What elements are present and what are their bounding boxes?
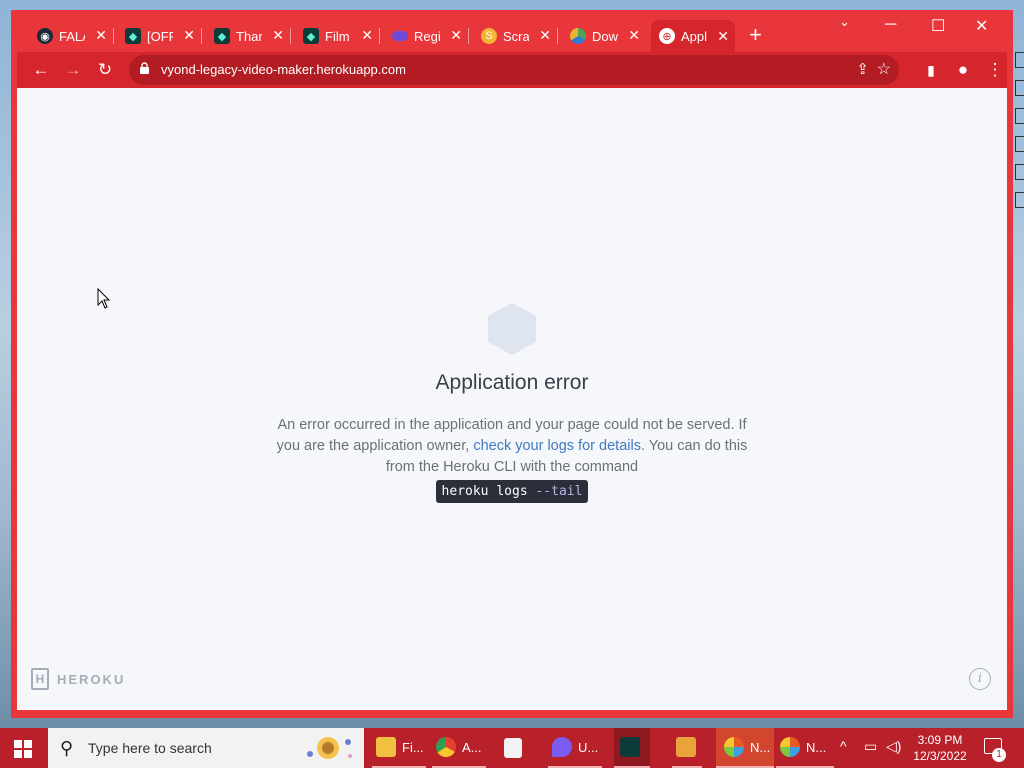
tab-search-chevron-icon[interactable]: ⌄ <box>839 14 850 30</box>
tab[interactable]: S Scrat ✕ <box>473 25 558 47</box>
taskbar-app-chrome[interactable]: A... <box>432 728 486 768</box>
close-tab-icon[interactable]: ✕ <box>272 27 284 44</box>
tab[interactable]: Regi ✕ <box>384 25 469 47</box>
lock-icon <box>140 62 149 74</box>
maximize-icon[interactable]: ☐ <box>931 16 945 36</box>
notification-badge: 1 <box>992 748 1006 762</box>
filmora-icon <box>620 737 640 757</box>
filmora-icon: ◆ <box>125 28 141 44</box>
clock-date: 12/3/2022 <box>913 749 967 763</box>
network-icon[interactable]: ▭ <box>864 738 877 755</box>
close-tab-icon[interactable]: ✕ <box>183 27 195 44</box>
close-tab-icon[interactable]: ✕ <box>717 28 729 45</box>
globe-dark-icon: ◉ <box>37 28 53 44</box>
close-tab-icon[interactable]: ✕ <box>95 27 107 44</box>
side-panel-icon[interactable]: ▮ <box>921 60 941 80</box>
error-message: An error occurred in the application and… <box>272 415 752 503</box>
address-bar[interactable]: vyond-legacy-video-maker.herokuapp.com ⇪… <box>129 55 899 85</box>
taskbar-app-label: N... <box>806 739 827 755</box>
info-icon[interactable]: i <box>969 668 991 690</box>
clock-time: 3:09 PM <box>917 733 963 747</box>
tab-active[interactable]: ⊕ Appl ✕ <box>651 20 735 52</box>
search-icon: ⚲ <box>60 738 74 758</box>
taskbar-app-label: U... <box>578 739 599 755</box>
forward-arrow-icon[interactable]: → <box>63 60 83 80</box>
app-drop-icon <box>552 737 572 757</box>
file-explorer-icon <box>376 737 396 757</box>
minimize-icon[interactable]: ─ <box>885 16 896 34</box>
close-tab-icon[interactable]: ✕ <box>539 27 551 44</box>
tab[interactable]: ◆ Thar ✕ <box>206 25 291 47</box>
tab[interactable]: ◆ [OFF ✕ <box>117 25 202 47</box>
close-tab-icon[interactable]: ✕ <box>450 27 462 44</box>
search-highlight-illustration-icon <box>307 737 352 759</box>
app-n-icon <box>780 737 800 757</box>
heroku-brand[interactable]: H HEROKU <box>31 668 125 690</box>
chevron-up-icon[interactable]: ^ <box>840 738 847 754</box>
tab-title: Thar <box>236 28 262 44</box>
taskbar-app-file-explorer[interactable]: Fi... <box>372 728 426 768</box>
logs-link[interactable]: check your logs for details <box>473 438 641 454</box>
hexagon-icon <box>488 303 536 355</box>
close-tab-icon[interactable]: ✕ <box>628 27 640 44</box>
heroku-logo-icon: H <box>31 668 49 690</box>
store-icon <box>504 738 522 758</box>
tab-title: Scrat <box>503 28 529 44</box>
brand-name: HEROKU <box>57 671 126 687</box>
reload-icon[interactable]: ↻ <box>95 60 115 80</box>
page-viewport: Application error An error occurred in t… <box>17 88 1007 710</box>
close-window-icon[interactable]: ✕ <box>975 16 988 36</box>
globe-icon: ⊕ <box>659 28 675 44</box>
mouse-cursor-icon <box>97 288 111 309</box>
close-tab-icon[interactable]: ✕ <box>361 27 373 44</box>
tab[interactable]: ◉ FALA ✕ <box>29 25 114 47</box>
tab-title: FALA <box>59 28 85 44</box>
taskbar: ⚲ Type here to search Fi... A... U... N.… <box>0 728 1024 768</box>
taskbar-search-box[interactable]: ⚲ Type here to search <box>48 728 364 768</box>
back-arrow-icon[interactable]: ← <box>31 60 51 80</box>
taskbar-app-n1[interactable]: N... <box>716 728 774 768</box>
page-title: Application error <box>435 371 589 394</box>
browser-toolbar: ← → ↻ vyond-legacy-video-maker.herokuapp… <box>17 52 1007 88</box>
menu-dots-icon[interactable]: ⋮ <box>985 60 1005 80</box>
volume-icon[interactable]: ◁) <box>886 738 901 755</box>
tab[interactable]: ◆ Film ✕ <box>295 25 380 47</box>
cli-command-flag: --tail <box>535 484 583 499</box>
taskbar-app-filmora[interactable] <box>614 728 650 768</box>
system-clock[interactable]: 3:09 PM 12/3/2022 <box>906 732 974 764</box>
cli-command-base: heroku logs <box>441 484 528 499</box>
url-text[interactable]: vyond-legacy-video-maker.herokuapp.com <box>161 62 406 77</box>
share-icon[interactable]: ⇪ <box>856 60 869 78</box>
tab-strip: ◉ FALA ✕ ◆ [OFF ✕ ◆ Thar ✕ ◆ Film ✕ Regi… <box>11 10 1013 52</box>
tab[interactable]: Dow ✕ <box>562 25 646 47</box>
app-n-icon <box>724 737 744 757</box>
bookmark-star-icon[interactable]: ☆ <box>877 59 891 79</box>
tab-title: Film <box>325 28 350 44</box>
new-tab-icon[interactable]: + <box>749 24 762 46</box>
taskbar-app-label: A... <box>462 739 482 755</box>
tab-title: Regi <box>414 28 440 44</box>
search-placeholder: Type here to search <box>88 740 212 756</box>
taskbar-app-u[interactable]: U... <box>548 728 602 768</box>
windows-start-icon[interactable] <box>14 740 32 758</box>
taskbar-app-label: N... <box>750 739 771 755</box>
tab-title: [OFF <box>147 28 173 44</box>
scratch-icon: S <box>481 28 497 44</box>
cli-command: heroku logs --tail <box>435 480 589 503</box>
chrome-icon <box>436 737 456 757</box>
filmora-icon: ◆ <box>303 28 319 44</box>
browser-window: ◉ FALA ✕ ◆ [OFF ✕ ◆ Thar ✕ ◆ Film ✕ Regi… <box>11 10 1013 718</box>
media-icon <box>676 737 696 757</box>
desktop-right-edge <box>1014 40 1024 330</box>
registration-icon <box>392 31 408 41</box>
tab-title: Appl <box>681 28 707 44</box>
filmora-icon: ◆ <box>214 28 230 44</box>
taskbar-app-label: Fi... <box>402 739 424 755</box>
taskbar-app-media[interactable] <box>672 728 702 768</box>
profile-icon[interactable]: ● <box>953 60 973 80</box>
download-site-icon <box>570 28 586 44</box>
taskbar-app-n2[interactable]: N... <box>776 728 834 768</box>
taskbar-app-store[interactable] <box>504 728 528 768</box>
tab-title: Dow <box>592 28 618 44</box>
